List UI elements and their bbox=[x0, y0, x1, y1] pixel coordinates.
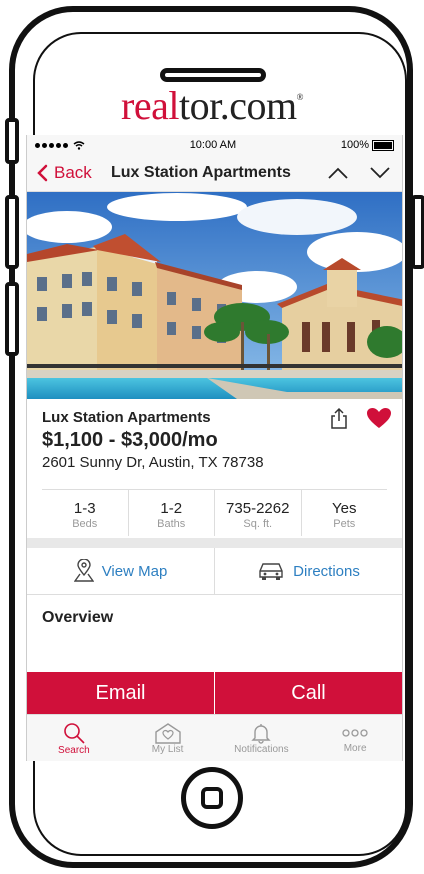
tab-search[interactable]: Search bbox=[27, 715, 121, 761]
section-divider bbox=[27, 538, 402, 548]
wifi-icon bbox=[73, 140, 85, 150]
map-pin-icon bbox=[73, 559, 94, 582]
more-dots-icon bbox=[342, 729, 368, 737]
tab-label: Notifications bbox=[234, 744, 289, 755]
car-icon bbox=[259, 563, 283, 580]
spec-label: Baths bbox=[157, 518, 186, 530]
back-button[interactable]: Back bbox=[27, 163, 92, 183]
page-title: Lux Station Apartments bbox=[111, 164, 291, 181]
directions-button[interactable]: Directions bbox=[214, 548, 402, 594]
phone-speaker bbox=[160, 68, 266, 82]
navigation-bar: Back Lux Station Apartments bbox=[27, 155, 402, 192]
status-bar: 10:00 AM 100% bbox=[27, 135, 402, 155]
tab-notifications[interactable]: Notifications bbox=[215, 715, 309, 761]
view-map-button[interactable]: View Map bbox=[27, 548, 214, 594]
status-time: 10:00 AM bbox=[189, 139, 237, 151]
phone-volume-up bbox=[5, 195, 19, 269]
chevron-up-icon[interactable] bbox=[328, 167, 348, 179]
spec-label: Beds bbox=[72, 518, 98, 530]
status-battery: 100% bbox=[341, 139, 394, 151]
phone-volume-down bbox=[5, 282, 19, 356]
tab-label: Search bbox=[58, 745, 90, 756]
listing-specs: 1-3 Beds 1-2 Baths 735-2262 Sq. ft. Yes … bbox=[42, 489, 387, 536]
spec-label: Pets bbox=[333, 518, 356, 530]
directions-label: Directions bbox=[293, 562, 360, 580]
bell-icon bbox=[251, 724, 272, 744]
property-photo[interactable] bbox=[27, 192, 402, 399]
signal-icon bbox=[35, 140, 85, 150]
spec-baths: 1-2 Baths bbox=[129, 490, 215, 536]
view-map-label: View Map bbox=[101, 562, 168, 580]
battery-icon bbox=[372, 139, 394, 151]
spec-sqft: 735-2262 Sq. ft. bbox=[215, 490, 302, 536]
app-screen: 10:00 AM 100% Back Lux Station Apartment… bbox=[26, 135, 403, 761]
battery-percent: 100% bbox=[340, 139, 369, 151]
tab-more[interactable]: More bbox=[308, 715, 402, 761]
contact-buttons: Email Call bbox=[27, 672, 402, 714]
tab-label: More bbox=[343, 743, 367, 754]
phone-power-button bbox=[411, 195, 424, 269]
logo-text-real: real bbox=[121, 83, 179, 128]
spec-pets: Yes Pets bbox=[302, 490, 388, 536]
tab-my-list[interactable]: My List bbox=[121, 715, 215, 761]
tab-bar: Search My List Notifications More bbox=[27, 714, 402, 761]
favorite-heart-icon[interactable] bbox=[366, 407, 392, 429]
logo-text-tor: tor.com bbox=[179, 83, 297, 128]
share-icon[interactable] bbox=[330, 407, 348, 429]
listing-info: Lux Station Apartments $1,100 - $3,000/m… bbox=[27, 399, 402, 471]
search-icon bbox=[64, 723, 85, 744]
spec-value: 1-2 bbox=[160, 500, 183, 517]
listing-price: $1,100 - $3,000/mo bbox=[42, 429, 218, 451]
logo-registered-mark: ® bbox=[296, 92, 304, 102]
back-label: Back bbox=[54, 163, 92, 182]
spec-value: 735-2262 bbox=[226, 500, 290, 517]
spec-value: 1-3 bbox=[73, 500, 96, 517]
spec-label: Sq. ft. bbox=[243, 518, 273, 530]
spec-beds: 1-3 Beds bbox=[42, 490, 129, 536]
overview-heading: Overview bbox=[42, 609, 114, 626]
chevron-left-icon bbox=[37, 164, 48, 182]
realtor-logo: realtor.com® bbox=[0, 82, 424, 129]
spec-value: Yes bbox=[332, 500, 357, 517]
listing-navigation bbox=[328, 167, 390, 179]
chevron-down-icon[interactable] bbox=[370, 167, 390, 179]
listing-actions: View Map Directions bbox=[27, 548, 402, 595]
email-button[interactable]: Email bbox=[27, 672, 214, 714]
tab-label: My List bbox=[151, 744, 184, 755]
call-button[interactable]: Call bbox=[214, 672, 402, 714]
house-heart-icon bbox=[154, 723, 181, 744]
listing-address: 2601 Sunny Dr, Austin, TX 78738 bbox=[42, 454, 264, 471]
phone-home-button[interactable] bbox=[181, 767, 243, 829]
